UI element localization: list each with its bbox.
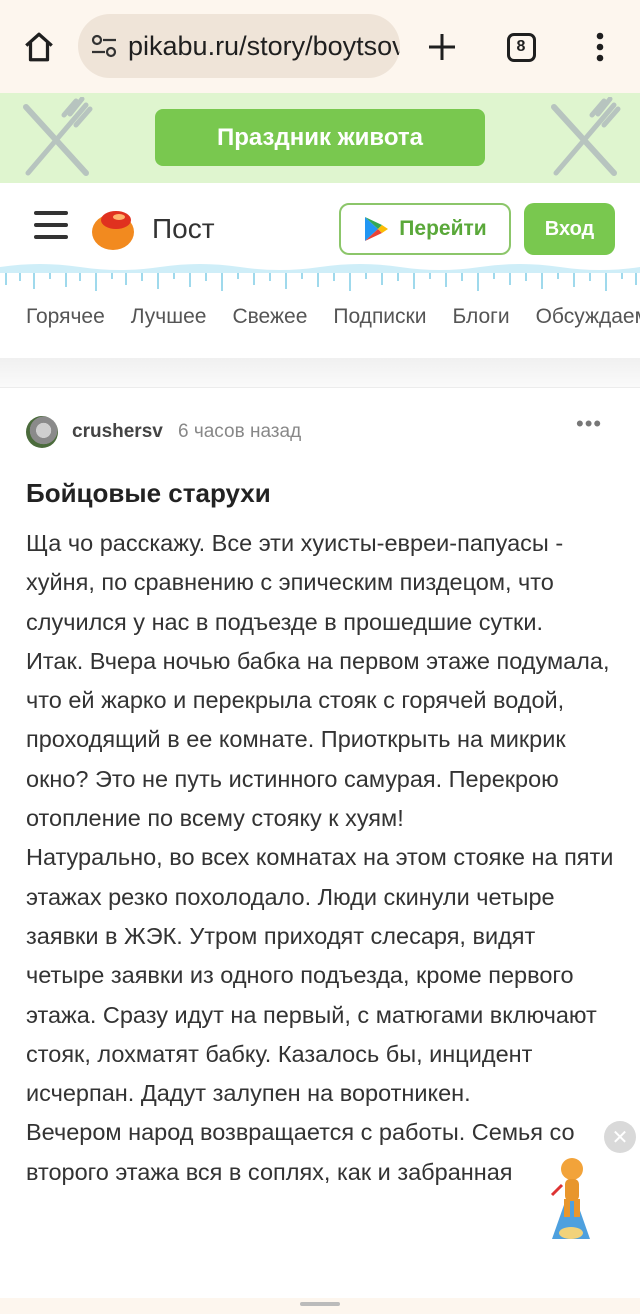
google-play-icon bbox=[365, 217, 389, 241]
close-widget-button[interactable]: ✕ bbox=[604, 1121, 636, 1153]
new-tab-icon[interactable] bbox=[417, 22, 467, 72]
nav-subscriptions[interactable]: Подписки bbox=[333, 305, 426, 335]
nav-fresh[interactable]: Свежее bbox=[232, 305, 307, 335]
section-nav: Горячее Лучшее Свежее Подписки Блоги Обс… bbox=[26, 305, 640, 335]
cutlery-icon bbox=[23, 97, 93, 176]
nav-blogs[interactable]: Блоги bbox=[452, 305, 509, 335]
promo-button[interactable]: Праздник живота bbox=[155, 109, 485, 166]
site-header: Пост Перейти Вход Горячее Лучшее Свежее … bbox=[0, 183, 640, 358]
open-app-button[interactable]: Перейти bbox=[339, 203, 511, 255]
post-author[interactable]: crushersv bbox=[72, 421, 163, 443]
post-body: Ща чо расскажу. Все эти хуисты-евреи-пап… bbox=[26, 524, 620, 1192]
open-app-label: Перейти bbox=[399, 217, 487, 240]
more-vert-icon[interactable] bbox=[578, 22, 622, 72]
mascot-widget-icon[interactable] bbox=[548, 1155, 594, 1243]
cutlery-icon bbox=[551, 97, 621, 176]
icicles-decoration bbox=[0, 264, 640, 291]
post-paragraph: Вечером народ возвращается с работы. Сем… bbox=[26, 1119, 575, 1185]
page-title: Пост bbox=[152, 213, 215, 244]
nav-hot[interactable]: Горячее bbox=[26, 305, 105, 335]
post: crushersv 6 часов назад ••• Бойцовые ста… bbox=[0, 388, 640, 1308]
pikabu-logo-icon[interactable] bbox=[90, 206, 136, 252]
post-time: 6 часов назад bbox=[178, 421, 302, 442]
browser-toolbar: pikabu.ru/story/boytsovyie_staruhi 8 bbox=[0, 0, 640, 93]
tab-count: 8 bbox=[516, 38, 526, 55]
gesture-bar bbox=[0, 1298, 640, 1314]
home-icon[interactable] bbox=[14, 22, 64, 72]
login-button[interactable]: Вход bbox=[524, 203, 615, 255]
site-settings-icon[interactable] bbox=[90, 34, 118, 58]
post-paragraph: Ща чо расскажу. Все эти хуисты-евреи-пап… bbox=[26, 530, 564, 635]
gesture-handle bbox=[300, 1302, 340, 1306]
hamburger-menu-icon[interactable] bbox=[34, 211, 68, 245]
address-bar[interactable]: pikabu.ru/story/boytsovyie_staruhi bbox=[78, 14, 400, 78]
avatar[interactable] bbox=[26, 416, 58, 448]
post-title[interactable]: Бойцовые старухи bbox=[26, 478, 271, 509]
tab-switcher-button[interactable]: 8 bbox=[496, 22, 546, 72]
url-text: pikabu.ru/story/boytsovyie_staruhi bbox=[128, 30, 400, 61]
post-paragraph: Натурально, во всех комнатах на этом сто… bbox=[26, 844, 614, 1107]
more-options-icon[interactable]: ••• bbox=[576, 413, 610, 438]
header-separator bbox=[0, 358, 640, 388]
post-paragraph: Итак. Вчера ночью бабка на первом этаже … bbox=[26, 647, 610, 832]
nav-best[interactable]: Лучшее bbox=[131, 305, 207, 335]
nav-discussed[interactable]: Обсуждаемое bbox=[536, 305, 640, 335]
promo-banner[interactable]: Праздник живота bbox=[0, 93, 640, 183]
